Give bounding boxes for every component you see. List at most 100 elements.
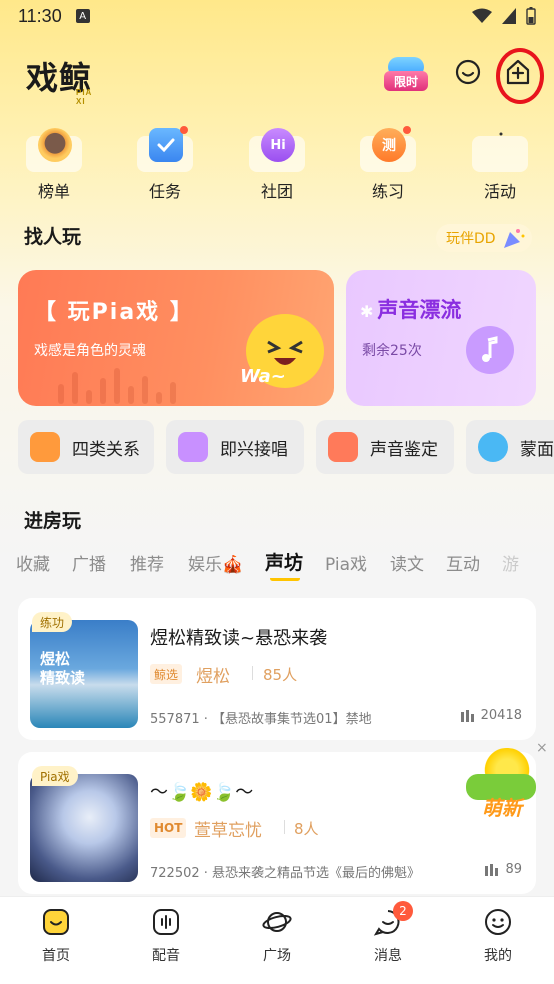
feature-masked[interactable]: 蒙面 [466,420,554,474]
app-logo: 戏鲸 PIA XI [26,50,92,106]
rooms-title: 进房玩 [24,506,82,535]
sparkle-icon: ✱ [360,302,374,321]
room-meta: 557871 · 【悬恐故事集节选01】禁地 [150,712,372,727]
status-icons [472,7,536,25]
limited-time-promo-button[interactable]: 限时 [384,57,428,93]
id-card-icon [328,432,358,462]
hi-chat-icon: Hi [261,128,295,162]
room-title: 煜松精致读~悬恐来袭 [150,628,328,649]
room-people-count: 85人 [263,666,298,684]
tab-broadcast[interactable]: 广播 [72,550,106,575]
tab-entertainment[interactable]: 娱乐🎪 [188,550,243,575]
tab-favorites[interactable]: 收藏 [16,550,50,575]
music-note-icon [178,432,208,462]
nav-home[interactable]: 首页 [16,907,96,965]
promo-label: 限时 [384,71,428,91]
close-icon[interactable]: × [536,740,548,756]
play-pia-card[interactable]: 【 玩Pia戏 】 戏感是角色的灵魂 Wa~ [18,270,334,406]
tab-voice-studio[interactable]: 声坊 [265,548,303,575]
signal-icon [502,8,516,24]
logo-subtext: PIA XI [76,88,93,106]
hot-badge: HOT [150,818,187,838]
status-time: 11:30 [18,5,62,26]
quick-nav-clubs[interactable]: Hi 社团 [237,124,317,202]
music-note-icon [466,326,514,374]
room-tag: Pia戏 [32,766,78,786]
room-card[interactable]: 练功 煜松 精致读 煜松精致读~悬恐来袭 鲸选 煜松 85人 557871 · … [18,598,536,740]
battery-icon [526,7,536,25]
tab-recommended[interactable]: 推荐 [130,550,164,575]
quick-nav-label: 活动 [483,182,516,201]
quick-nav: 榜单 任务 Hi 社团 测 练习 活动 [0,124,554,202]
notification-dot [403,126,411,134]
nav-messages[interactable]: 2 消息 [348,901,428,965]
pia-card-subtitle: 戏感是角色的灵魂 [34,343,146,359]
feature-impromptu-singing[interactable]: 即兴接唱 [166,420,304,474]
feature-four-relations[interactable]: 四类关系 [18,420,154,474]
mask-icon [478,432,508,462]
profile-icon [483,907,513,937]
room-people-count: 8人 [294,820,319,838]
add-room-highlight-circle [496,48,544,104]
ad-text: 萌新 [482,796,522,820]
quick-nav-practice[interactable]: 测 练习 [348,124,428,202]
room-title: 〜🍃🌼🍃〜 [150,782,254,803]
calendar-check-icon [149,128,183,162]
room-tag: 练功 [32,612,73,632]
quick-nav-leaderboard[interactable]: 榜单 [14,124,94,202]
drift-card-title: ✱ 声音漂流 [360,298,462,322]
planet-icon [262,907,292,937]
tab-reading[interactable]: 读文 [390,550,424,575]
selected-badge: 鲸选 [150,664,183,684]
tab-games[interactable]: 游 [502,550,519,575]
room-category-tabs: 收藏 广播 推荐 娱乐🎪 声坊 Pia戏 读文 互动 游 [0,546,554,582]
dubbing-icon [151,907,181,937]
puzzle-icon [30,432,60,462]
chat-bubble-icon[interactable] [454,58,482,86]
pia-card-title: 【 玩Pia戏 】 [34,300,194,325]
sound-wave-decoration [58,368,198,404]
status-bar: 11:30 A [0,0,554,32]
voice-drift-card[interactable]: ✱ 声音漂流 剩余25次 [346,270,536,406]
quick-nav-tasks[interactable]: 任务 [125,124,205,202]
quick-nav-events[interactable]: 活动 [460,124,540,202]
thumbnail-text: 煜松 精致读 [40,650,86,687]
audio-bars-icon [460,709,474,722]
party-popper-icon [504,229,525,248]
notification-dot [180,126,188,134]
sim-icon: A [75,9,90,23]
message-icon: 2 [373,901,413,937]
find-people-title: 找人玩 [24,222,82,251]
tab-interactive[interactable]: 互动 [446,550,480,575]
listener-count: 89 [485,862,522,877]
partner-dd-button[interactable]: 玩伴DD [436,224,532,252]
drift-card-subtitle: 剩余25次 [362,343,422,359]
room-thumbnail [30,774,138,882]
wifi-icon [472,8,492,23]
nav-profile[interactable]: 我的 [458,907,538,965]
room-host: 萱草忘忧 [194,821,262,841]
leaderboard-icon [38,128,72,162]
unread-badge: 2 [393,901,413,921]
partner-label: 玩伴DD [446,231,496,247]
active-tab-indicator [270,576,300,581]
home-icon [41,907,71,937]
audio-bars-icon [485,863,499,876]
event-icon [484,128,518,162]
bottom-nav: 首页 配音 广场 2 消息 我的 [0,896,554,984]
room-card[interactable]: Pia戏 〜🍃🌼🍃〜 HOT 萱草忘忧 8人 722502 · 悬恐来袭之精品节… [18,752,536,894]
room-host: 煜松 [196,667,230,687]
tab-pia[interactable]: Pia戏 [325,550,367,575]
nav-dubbing[interactable]: 配音 [126,907,206,965]
room-meta: 722502 · 悬恐来袭之精品节选《最后的佛魁》 [150,866,421,881]
quick-nav-label: 练习 [371,182,404,201]
quick-nav-label: 榜单 [37,182,70,201]
nav-plaza[interactable]: 广场 [237,907,317,965]
mascot-text: Wa~ [240,366,286,387]
quick-nav-label: 任务 [148,182,181,201]
feature-voice-appraisal[interactable]: 声音鉴定 [316,420,454,474]
listener-count: 20418 [460,708,522,723]
test-badge-icon: 测 [372,128,406,162]
newbie-floating-ad[interactable]: 萌新 × [464,740,550,824]
room-thumbnail: 煜松 精致读 [30,620,138,728]
